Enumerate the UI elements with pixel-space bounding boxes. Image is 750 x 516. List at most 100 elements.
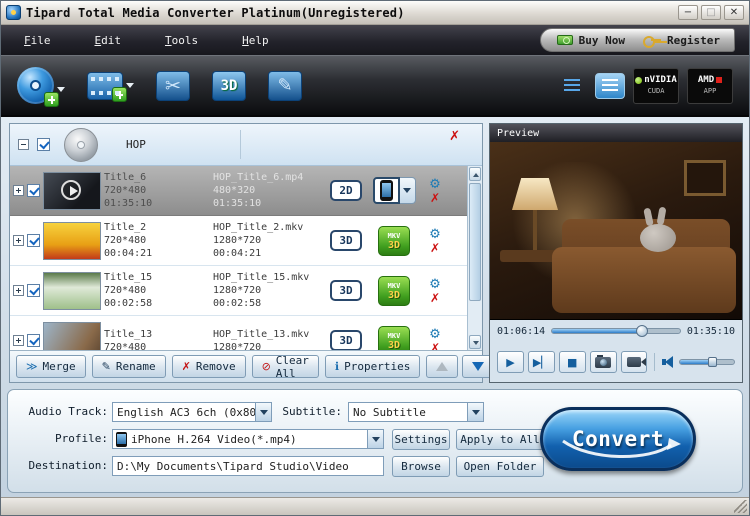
volume-icon[interactable]: [662, 356, 675, 368]
settings-button[interactable]: Settings: [392, 429, 450, 450]
output-info: HOP_Title_13.mkv 1280*720: [213, 328, 327, 351]
dvd-disc-icon: [64, 127, 98, 162]
list-scrollbar[interactable]: [467, 166, 482, 350]
table-row[interactable]: Title_2 720*480 00:04:21 HOP_Title_2.mkv…: [10, 216, 467, 266]
buy-now-button[interactable]: Buy Now: [556, 34, 625, 47]
row-settings-gear-icon[interactable]: ⚙: [429, 178, 441, 191]
collapse-toggle[interactable]: [18, 139, 29, 150]
scrollbar-up-button[interactable]: [469, 167, 481, 181]
minimize-button[interactable]: −: [678, 5, 698, 20]
mode-3d-button[interactable]: 3D: [330, 280, 362, 301]
play-button[interactable]: ▶: [497, 351, 524, 373]
row-remove-button[interactable]: ✗: [430, 192, 440, 204]
remove-button[interactable]: ✗ Remove: [171, 355, 246, 378]
destination-input[interactable]: [112, 456, 384, 476]
volume-thumb[interactable]: [708, 357, 718, 367]
seek-thumb[interactable]: [636, 325, 649, 337]
load-dvd-button[interactable]: [17, 67, 65, 107]
source-duration: 00:04:21: [104, 248, 153, 259]
properties-button[interactable]: ℹ Properties: [324, 355, 421, 378]
target-device-button[interactable]: [372, 177, 400, 204]
menu-item-edit[interactable]: Edit: [92, 32, 125, 49]
plus-icon: [112, 86, 127, 102]
add-file-button[interactable]: [87, 71, 134, 102]
capture-button[interactable]: [620, 351, 648, 373]
chevron-down-icon[interactable]: [57, 87, 65, 92]
resize-grip[interactable]: [734, 500, 747, 513]
frame-step-button[interactable]: ▶▏: [527, 351, 555, 373]
expand-toggle[interactable]: [13, 235, 24, 246]
row-checkbox[interactable]: [27, 234, 40, 247]
menu-item-file[interactable]: File: [21, 32, 54, 49]
3d-settings-button[interactable]: 3D: [212, 70, 246, 101]
clear-all-button[interactable]: ⊘ Clear All: [251, 354, 319, 380]
table-row[interactable]: Title_15 720*480 00:02:58 HOP_Title_15.m…: [10, 266, 467, 316]
edit-button[interactable]: ✎: [268, 70, 302, 101]
audio-track-select[interactable]: English AC3 6ch (0x80: [112, 402, 272, 422]
target-format-area: MKV 3D: [365, 225, 423, 256]
menu-item-tools[interactable]: Tools: [162, 32, 201, 49]
apply-to-all-button[interactable]: Apply to All: [456, 429, 544, 450]
remove-disc-button[interactable]: ✗: [449, 129, 460, 144]
rename-button[interactable]: ✎ Rename: [91, 355, 166, 378]
window-controls: − □ ✕: [678, 5, 744, 20]
row-settings-gear-icon[interactable]: ⚙: [429, 278, 441, 291]
table-row[interactable]: Title_6 720*480 01:35:10 HOP_Title_6.mp4…: [10, 166, 467, 216]
source-resolution: 720*480: [104, 341, 147, 351]
open-folder-button[interactable]: Open Folder: [456, 456, 544, 477]
source-title: Title_15: [104, 272, 153, 283]
row-controls: ⚙ ✗: [426, 228, 444, 254]
scrollbar-thumb[interactable]: [469, 183, 481, 301]
disc-checkbox[interactable]: [37, 138, 50, 151]
list-view-icon: [564, 79, 580, 92]
row-checkbox[interactable]: [27, 184, 40, 197]
subtitle-select[interactable]: No Subtitle: [348, 402, 484, 422]
expand-toggle[interactable]: [13, 335, 24, 346]
chevron-down-icon[interactable]: [126, 82, 134, 88]
row-checkbox[interactable]: [27, 334, 40, 347]
disc-header-row[interactable]: HOP ✗: [10, 124, 482, 166]
merge-button[interactable]: ≫ Merge: [16, 355, 86, 378]
register-button[interactable]: Register: [643, 34, 720, 48]
volume-slider[interactable]: [679, 357, 736, 367]
source-duration: 00:02:58: [104, 298, 153, 309]
convert-button[interactable]: Convert: [540, 407, 696, 471]
detail-view-icon: [602, 79, 618, 92]
row-remove-button[interactable]: ✗: [430, 292, 440, 304]
stop-button[interactable]: ■: [558, 351, 586, 373]
chevron-down-icon[interactable]: [467, 403, 483, 421]
output-settings-panel: Audio Track: English AC3 6ch (0x80 Subti…: [7, 389, 743, 493]
view-list-button[interactable]: [557, 73, 587, 99]
row-checkbox[interactable]: [27, 284, 40, 297]
video-frame[interactable]: [490, 142, 742, 320]
play-icon: [61, 179, 81, 200]
snapshot-button[interactable]: [589, 351, 617, 373]
close-button[interactable]: ✕: [724, 5, 744, 20]
expand-toggle[interactable]: [13, 285, 24, 296]
row-remove-button[interactable]: ✗: [430, 342, 440, 351]
info-icon: ℹ: [334, 360, 340, 373]
view-detail-button[interactable]: [595, 72, 625, 99]
seek-row: 01:06:14 01:35:10: [490, 320, 742, 342]
scrollbar-down-button[interactable]: [469, 335, 481, 349]
seek-slider[interactable]: [551, 325, 681, 337]
3d-icon: 3D: [212, 70, 246, 101]
row-settings-gear-icon[interactable]: ⚙: [429, 328, 441, 341]
row-settings-gear-icon[interactable]: ⚙: [429, 228, 441, 241]
destination-label: Destination:: [28, 459, 108, 472]
clip-button[interactable]: ✂: [156, 70, 190, 101]
profile-select[interactable]: iPhone H.264 Video(*.mp4): [112, 429, 384, 449]
row-remove-button[interactable]: ✗: [430, 242, 440, 254]
chevron-down-icon[interactable]: [367, 430, 383, 448]
maximize-button[interactable]: □: [701, 5, 721, 20]
target-dropdown-button[interactable]: [399, 177, 416, 204]
menu-item-help[interactable]: Help: [239, 32, 272, 49]
mode-3d-button[interactable]: 3D: [330, 230, 362, 251]
browse-button[interactable]: Browse: [392, 456, 450, 477]
expand-toggle[interactable]: [13, 185, 24, 196]
promo-bar: Buy Now Register: [539, 28, 735, 52]
table-row[interactable]: Title_13 720*480 HOP_Title_13.mkv 1280*7…: [10, 316, 467, 350]
move-up-button[interactable]: [426, 355, 459, 378]
mode-3d-button[interactable]: 3D: [330, 330, 362, 350]
mode-2d-button[interactable]: 2D: [330, 180, 362, 201]
